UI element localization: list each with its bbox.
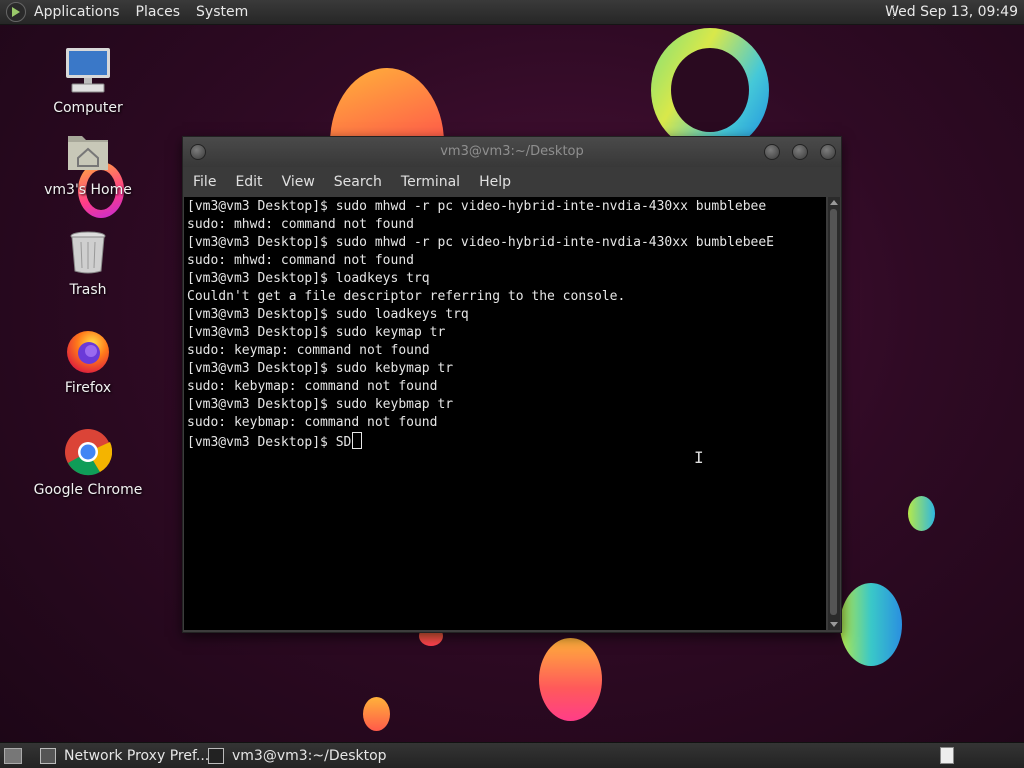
workspace-switcher[interactable] — [940, 747, 954, 764]
bottom-panel: Network Proxy Pref... vm3@vm3:~/Desktop — [0, 742, 1024, 768]
desktop-icon-label: Computer — [53, 100, 123, 116]
menu-places[interactable]: Places — [136, 4, 181, 20]
taskbar-item-label: Network Proxy Pref... — [64, 747, 210, 764]
menu-edit[interactable]: Edit — [235, 174, 262, 190]
desktop-icon-label: Google Chrome — [33, 482, 143, 498]
text-cursor — [352, 432, 363, 449]
terminal-line: [vm3@vm3 Desktop]$ sudo kebymap tr — [187, 361, 454, 376]
menu-system[interactable]: System — [196, 4, 248, 20]
terminal-line: sudo: keymap: command not found — [187, 343, 430, 358]
taskbar-item-terminal[interactable]: vm3@vm3:~/Desktop — [208, 743, 387, 768]
menu-applications[interactable]: Applications — [34, 4, 120, 20]
terminal-line: [vm3@vm3 Desktop]$ sudo loadkeys trq — [187, 307, 469, 322]
wallpaper-teal-blob-small — [908, 496, 935, 531]
distro-logo-icon[interactable] — [6, 2, 26, 22]
wallpaper-orange-dot — [363, 697, 390, 731]
terminal-line: [vm3@vm3 Desktop]$ sudo keybmap tr — [187, 397, 454, 412]
scroll-down-arrow-icon[interactable] — [830, 622, 838, 627]
maximize-icon[interactable] — [792, 144, 808, 160]
wallpaper-teal-blob-large — [840, 583, 902, 666]
desktop-icon-label: vm3's Home — [44, 182, 132, 198]
terminal-scrollbar[interactable] — [828, 197, 840, 630]
desktop-icon-label: Trash — [69, 282, 107, 298]
scroll-up-arrow-icon[interactable] — [830, 200, 838, 205]
wallpaper-orange-blob-bottom — [539, 638, 602, 721]
trash-icon — [64, 228, 112, 276]
desktop-icon-computer[interactable]: Computer — [28, 46, 148, 116]
desktop-icon-firefox[interactable]: Firefox — [28, 326, 148, 396]
clock[interactable]: Wed Sep 13, 09:49 — [885, 0, 1018, 24]
ibeam-cursor-icon: I — [694, 448, 704, 467]
terminal-line: sudo: kebymap: command not found — [187, 379, 438, 394]
close-icon[interactable] — [820, 144, 836, 160]
terminal-line: [vm3@vm3 Desktop]$ loadkeys trq — [187, 271, 430, 286]
top-panel: Applications Places System Wed Sep 13, 0… — [0, 0, 1024, 25]
terminal-current-input[interactable]: SD — [336, 435, 352, 450]
taskbar-item-label: vm3@vm3:~/Desktop — [232, 747, 387, 764]
desktop-icon-trash[interactable]: Trash — [28, 228, 148, 298]
menu-terminal[interactable]: Terminal — [401, 174, 460, 190]
desktop-icon-chrome[interactable]: Google Chrome — [28, 428, 148, 498]
desktop-icon-label: Firefox — [64, 380, 112, 396]
terminal-titlebar[interactable]: vm3@vm3:~/Desktop — [183, 137, 841, 167]
menu-help[interactable]: Help — [479, 174, 511, 190]
terminal-screen[interactable]: [vm3@vm3 Desktop]$ sudo mhwd -r pc video… — [184, 197, 826, 630]
minimize-icon[interactable] — [764, 144, 780, 160]
chrome-icon — [64, 428, 113, 476]
terminal-title: vm3@vm3:~/Desktop — [440, 144, 584, 159]
menu-search[interactable]: Search — [334, 174, 382, 190]
desktop-icon-home[interactable]: vm3's Home — [28, 128, 148, 198]
terminal-line: [vm3@vm3 Desktop]$ sudo keymap tr — [187, 325, 446, 340]
terminal-menubar: File Edit View Search Terminal Help — [183, 167, 841, 197]
terminal-line: Couldn't get a file descriptor referring… — [187, 289, 626, 304]
show-desktop-icon[interactable] — [4, 748, 22, 764]
menu-file[interactable]: File — [193, 174, 216, 190]
menu-view[interactable]: View — [282, 174, 315, 190]
terminal-window[interactable]: vm3@vm3:~/Desktop File Edit View Search … — [182, 136, 842, 633]
terminal-icon — [208, 747, 224, 764]
firefox-icon — [64, 326, 112, 374]
scrollbar-thumb[interactable] — [830, 209, 837, 615]
terminal-line: [vm3@vm3 Desktop]$ sudo mhwd -r pc video… — [187, 199, 767, 214]
terminal-line: [vm3@vm3 Desktop]$ sudo mhwd -r pc video… — [187, 235, 774, 250]
network-proxy-icon — [40, 747, 56, 764]
wallpaper-ring — [651, 28, 769, 152]
computer-icon — [64, 46, 112, 94]
terminal-prompt: [vm3@vm3 Desktop]$ — [187, 435, 336, 450]
window-menu-icon[interactable] — [190, 144, 206, 160]
home-folder-icon — [64, 128, 112, 176]
terminal-line: sudo: keybmap: command not found — [187, 415, 438, 430]
taskbar-item-network-proxy[interactable]: Network Proxy Pref... — [40, 743, 209, 768]
top-panel-menu: Applications Places System — [6, 0, 264, 24]
terminal-prompt-line[interactable]: [vm3@vm3 Desktop]$ SD — [187, 432, 826, 452]
terminal-line: sudo: mhwd: command not found — [187, 217, 414, 232]
terminal-line: sudo: mhwd: command not found — [187, 253, 414, 268]
